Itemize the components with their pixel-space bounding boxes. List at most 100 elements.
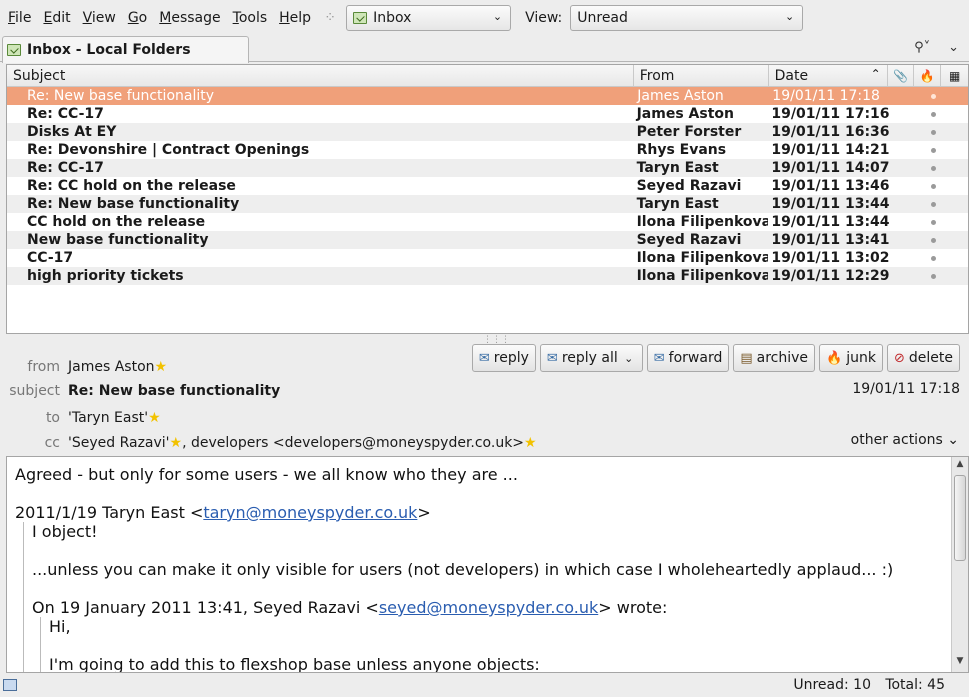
quote-attribution: On 19 January 2011 13:41, Seyed Razavi <… (32, 598, 668, 617)
read-status-cell[interactable] (888, 255, 968, 261)
message-list: Subject From Date ⌃ 📎 🔥 ▦ Re: New base f… (6, 64, 969, 334)
cc-label: cc (44, 435, 60, 451)
cc-value[interactable]: 'Seyed Razavi'★, developers <developers@… (68, 435, 537, 451)
menu-tools[interactable]: Tools (228, 10, 273, 26)
message-row[interactable]: Re: Devonshire | Contract Openings Rhys E… (7, 141, 968, 159)
menu-edit[interactable]: Edit (38, 10, 75, 26)
body-line: Agreed - but only for some users - we al… (15, 465, 518, 484)
star-icon[interactable]: ★ (155, 359, 168, 375)
scrollbar-thumb[interactable] (954, 475, 966, 561)
scroll-up-icon[interactable]: ▲ (952, 459, 968, 473)
subject-label: subject (9, 383, 60, 399)
message-date: 19/01/11 13:46 (771, 178, 890, 194)
message-row[interactable]: CC-17 Ilona Filipenkova 19/01/11 13:02 (7, 249, 968, 267)
email-link[interactable]: seyed@moneyspyder.co.uk (379, 598, 598, 617)
menu-go[interactable]: Go (123, 10, 152, 26)
scroll-down-icon[interactable]: ▼ (952, 656, 968, 670)
tab-list-chevron-icon[interactable]: ⌄ (948, 40, 959, 55)
read-status-cell[interactable] (888, 183, 968, 189)
quote-attribution: 2011/1/19 Taryn East <taryn@moneyspyder.… (15, 503, 431, 522)
to-value[interactable]: 'Taryn East'★ (68, 410, 161, 426)
message-row[interactable]: Re: CC hold on the release Seyed Razavi 19… (7, 177, 968, 195)
message-row[interactable]: high priority tickets Ilona Filipenkova 19… (7, 267, 968, 285)
message-from: Seyed Razavi (636, 178, 742, 194)
menu-file[interactable]: File (3, 10, 36, 26)
message-from: Peter Forster (636, 124, 742, 140)
junk-button[interactable]: 🔥 junk (819, 344, 883, 372)
body-blank (32, 541, 968, 560)
column-attachment-icon[interactable]: 📎 (888, 65, 915, 86)
menu-help[interactable]: Help (274, 10, 316, 26)
read-status-cell[interactable] (888, 273, 968, 279)
online-status-icon[interactable] (3, 679, 17, 691)
column-picker-icon[interactable]: ▦ (941, 65, 968, 86)
read-status-cell[interactable] (888, 165, 968, 171)
read-status-dot-icon (931, 111, 936, 117)
column-junk-icon[interactable]: 🔥 (914, 65, 942, 86)
search-icon[interactable]: ⚲˅ (914, 40, 930, 55)
column-from[interactable]: From (634, 65, 769, 86)
body-blank (15, 484, 968, 503)
message-row[interactable]: Disks At EY Peter Forster 19/01/11 16:36 (7, 123, 968, 141)
menu-message[interactable]: Message (154, 10, 225, 26)
message-row[interactable]: Re: CC-17 Taryn East 19/01/11 14:07 (7, 159, 968, 177)
forward-button[interactable]: ✉ forward (646, 344, 730, 372)
archive-button[interactable]: ▤ archive (733, 344, 816, 372)
reply-button[interactable]: ✉ reply (471, 344, 536, 372)
folder-selector[interactable]: Inbox ⌄ (346, 4, 512, 31)
read-status-cell[interactable] (888, 129, 968, 135)
message-date: 19/01/11 14:21 (771, 142, 890, 158)
read-status-dot-icon (931, 183, 936, 189)
read-status-cell[interactable] (888, 147, 968, 153)
blockquote: Hi, I'm going to add this to flexshop ba… (40, 617, 968, 672)
message-row[interactable]: New base functionality Seyed Razavi 19/01/… (7, 231, 968, 249)
chevron-down-icon: ⌄ (785, 9, 795, 23)
from-value[interactable]: James Aston★ (68, 359, 167, 375)
email-link[interactable]: taryn@moneyspyder.co.uk (203, 503, 417, 522)
tab-inbox[interactable]: Inbox - Local Folders (2, 36, 249, 63)
message-date: 19/01/11 12:29 (771, 268, 890, 284)
message-subject: Re: New base functionality (27, 196, 240, 212)
message-list-header: Subject From Date ⌃ 📎 🔥 ▦ (7, 65, 968, 87)
read-status-cell[interactable] (888, 93, 968, 99)
subject-value: Re: New base functionality (68, 383, 281, 399)
delete-button[interactable]: ⊘ delete (886, 344, 960, 372)
star-icon[interactable]: ★ (170, 435, 183, 451)
view-selector[interactable]: Unread ⌄ (570, 4, 804, 31)
read-status-dot-icon (931, 219, 936, 225)
body-scrollbar[interactable]: ▲ ▼ (951, 457, 968, 672)
inbox-folder-icon (353, 11, 368, 24)
delete-icon: ⊘ (893, 350, 905, 366)
activity-spinner-icon: ⁘ (324, 9, 336, 26)
message-date: 19/01/11 14:07 (771, 160, 890, 176)
message-subject: New base functionality (27, 232, 209, 248)
column-subject[interactable]: Subject (7, 65, 634, 86)
read-status-cell[interactable] (888, 237, 968, 243)
read-status-dot-icon (931, 147, 936, 153)
chevron-down-icon[interactable]: ⌄ (622, 352, 636, 365)
chevron-down-icon: ⌄ (492, 9, 503, 23)
message-row[interactable]: Re: New base functionality James Aston 19/… (7, 87, 968, 105)
message-date: 19/01/11 16:36 (771, 124, 890, 140)
menu-view[interactable]: View (78, 10, 121, 26)
read-status-cell[interactable] (888, 219, 968, 225)
star-icon[interactable]: ★ (148, 410, 161, 426)
body-blank (32, 579, 968, 598)
reply-all-button[interactable]: ✉ reply all ⌄ (539, 344, 643, 372)
message-row[interactable]: Re: CC-17 James Aston 19/01/11 17:16 (7, 105, 968, 123)
read-status-dot-icon (931, 273, 936, 279)
message-subject: Re: New base functionality (27, 88, 215, 104)
star-icon[interactable]: ★ (524, 435, 537, 451)
read-status-cell[interactable] (888, 111, 968, 117)
message-from: Ilona Filipenkova (636, 214, 769, 230)
read-status-cell[interactable] (888, 201, 968, 207)
message-row[interactable]: CC hold on the release Ilona Filipenkova 1… (7, 213, 968, 231)
message-from: Seyed Razavi (636, 232, 742, 248)
message-row[interactable]: Re: New base functionality Taryn East 19/0… (7, 195, 968, 213)
read-status-dot-icon (931, 93, 936, 99)
message-date: 19/01/11 17:16 (771, 106, 890, 122)
from-label: from (27, 359, 60, 375)
other-actions-menu[interactable]: other actions ⌄ (851, 432, 959, 448)
message-from: James Aston (636, 106, 734, 122)
column-date[interactable]: Date ⌃ (769, 65, 888, 86)
